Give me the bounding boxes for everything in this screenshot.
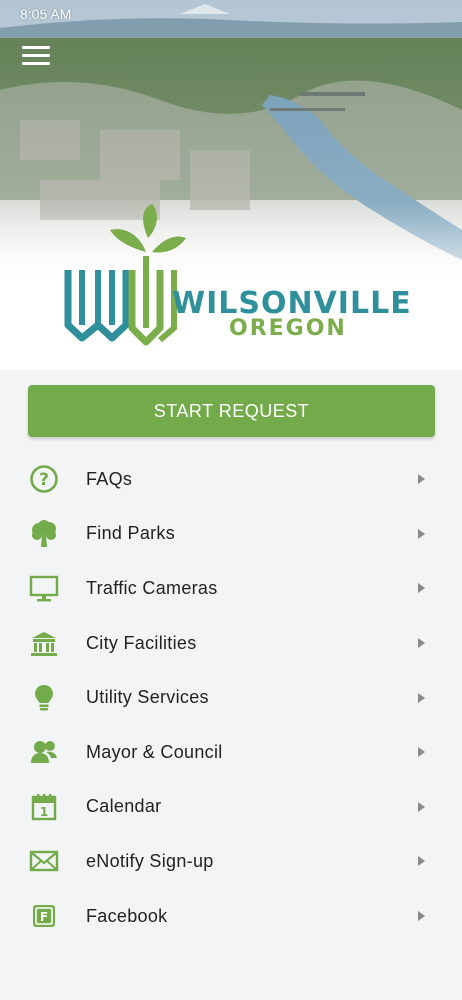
hero-banner: 8:05 AM WILSONVILLE OREGON <box>0 0 462 370</box>
svg-text:1: 1 <box>40 805 48 819</box>
menu-item-find-parks[interactable]: Find Parks <box>0 507 462 562</box>
monitor-icon <box>28 572 60 604</box>
menu-item-mayor-council[interactable]: Mayor & Council <box>0 725 462 780</box>
chevron-right-icon <box>418 692 425 703</box>
svg-text:?: ? <box>39 470 49 490</box>
calendar-icon: 1 <box>28 791 60 823</box>
menu-item-label: City Facilities <box>86 632 197 653</box>
svg-text:F: F <box>40 910 48 924</box>
chevron-right-icon <box>418 638 425 649</box>
logo-subtitle: OREGON <box>229 316 347 341</box>
chevron-right-icon <box>418 474 425 485</box>
chevron-right-icon <box>418 528 425 539</box>
menu-item-enotify-signup[interactable]: eNotify Sign-up <box>0 834 462 889</box>
chevron-right-icon <box>418 801 425 812</box>
start-request-button[interactable]: START REQUEST <box>28 385 435 437</box>
menu-item-faqs[interactable]: ? FAQs <box>0 452 462 507</box>
chevron-right-icon <box>418 911 425 922</box>
chevron-right-icon <box>418 747 425 758</box>
menu-item-label: FAQs <box>86 468 133 489</box>
hamburger-menu-icon[interactable] <box>22 46 50 68</box>
lightbulb-icon <box>28 682 60 714</box>
menu-item-utility-services[interactable]: Utility Services <box>0 670 462 725</box>
menu-item-label: Utility Services <box>86 687 209 708</box>
question-circle-icon: ? <box>28 463 60 495</box>
menu-item-label: eNotify Sign-up <box>86 850 214 871</box>
menu-item-label: Find Parks <box>86 523 176 544</box>
menu-item-facebook[interactable]: F Facebook <box>0 889 462 944</box>
menu-list: ? FAQs Find Parks Traffic Cameras City F… <box>0 452 462 943</box>
people-icon <box>28 736 60 768</box>
menu-item-traffic-cameras[interactable]: Traffic Cameras <box>0 561 462 616</box>
menu-item-city-facilities[interactable]: City Facilities <box>0 616 462 671</box>
chevron-right-icon <box>418 583 425 594</box>
building-icon <box>28 627 60 659</box>
menu-item-label: Traffic Cameras <box>86 577 218 598</box>
menu-item-label: Calendar <box>86 796 162 817</box>
chevron-right-icon <box>418 856 425 867</box>
tree-icon <box>28 518 60 550</box>
status-time: 8:05 AM <box>20 6 72 22</box>
facebook-icon: F <box>28 900 60 932</box>
menu-item-calendar[interactable]: 1 Calendar <box>0 780 462 835</box>
menu-item-label: Facebook <box>86 905 168 926</box>
menu-item-label: Mayor & Council <box>86 741 223 762</box>
envelope-icon <box>28 845 60 877</box>
